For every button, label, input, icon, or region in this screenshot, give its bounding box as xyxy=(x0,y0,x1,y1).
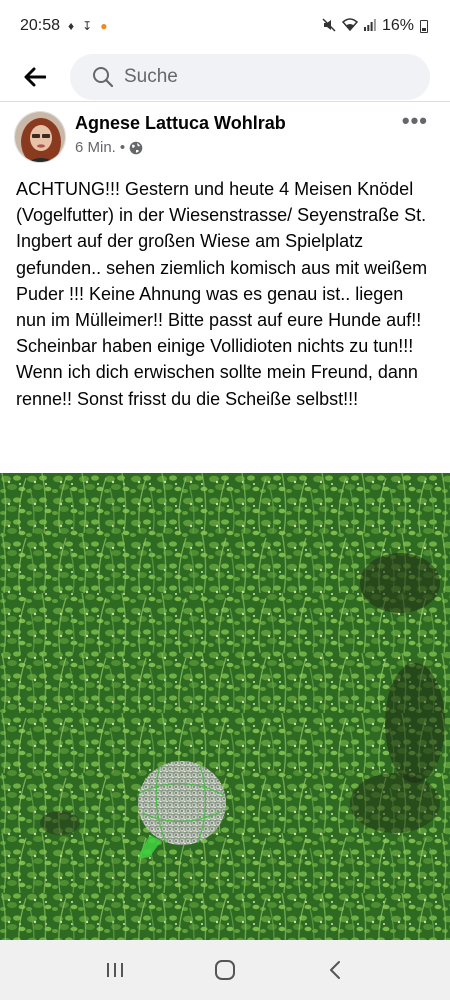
globe-icon xyxy=(129,141,143,154)
battery-icon xyxy=(420,19,428,33)
author-name[interactable]: Agnese Lattuca Wohlrab xyxy=(75,113,286,134)
status-right: 16% xyxy=(322,17,428,35)
more-options-button[interactable]: ••• xyxy=(402,110,428,132)
meta-separator: • xyxy=(119,139,126,156)
more-icon: ••• xyxy=(401,108,428,133)
post-time[interactable]: 6 Min. xyxy=(75,139,116,156)
status-time: 20:58 xyxy=(20,17,61,34)
back-nav-button[interactable] xyxy=(305,945,365,995)
recents-icon xyxy=(107,963,123,977)
search-header xyxy=(0,52,450,102)
download-icon: ↧ xyxy=(82,19,93,33)
status-left: 20:58 ♦ ↧ ● xyxy=(20,17,107,35)
system-nav-bar xyxy=(0,940,450,1000)
notification-icon: ♦ xyxy=(68,19,75,33)
recents-button[interactable] xyxy=(85,945,145,995)
home-icon xyxy=(215,960,235,980)
mute-icon xyxy=(322,17,336,35)
header-divider xyxy=(0,101,450,102)
avatar[interactable] xyxy=(14,111,66,163)
search-bar[interactable] xyxy=(70,54,430,100)
back-button[interactable] xyxy=(0,52,70,102)
home-button[interactable] xyxy=(195,945,255,995)
back-arrow-icon xyxy=(24,67,46,87)
grass-photo xyxy=(0,473,450,940)
post-meta: 6 Min. • xyxy=(75,139,143,156)
wifi-icon xyxy=(341,18,359,34)
back-icon xyxy=(330,961,340,979)
signal-icon xyxy=(363,18,376,34)
search-input[interactable] xyxy=(124,66,384,88)
battery-percent: 16% xyxy=(381,17,414,34)
post-photo[interactable] xyxy=(0,473,450,940)
post-text: ACHTUNG!!! Gestern und heute 4 Meisen Kn… xyxy=(16,179,428,409)
app-badge-icon: ● xyxy=(100,19,108,33)
search-icon xyxy=(93,67,114,88)
status-bar: 20:58 ♦ ↧ ● 16% xyxy=(0,0,450,52)
post-header: Agnese Lattuca Wohlrab 6 Min. • ••• xyxy=(0,110,450,166)
